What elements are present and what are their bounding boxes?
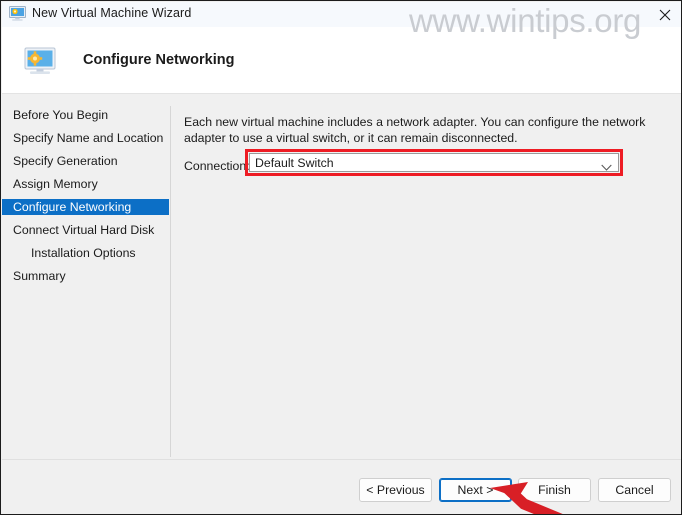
sidebar-item-assign-memory[interactable]: Assign Memory bbox=[2, 176, 169, 192]
title-bar: New Virtual Machine Wizard bbox=[2, 2, 681, 27]
description-text: Each new virtual machine includes a netw… bbox=[184, 115, 646, 145]
connection-dropdown[interactable]: Default Switch bbox=[249, 153, 619, 172]
wizard-body: Before You Begin Specify Name and Locati… bbox=[2, 93, 681, 459]
connection-selected-value: Default Switch bbox=[255, 156, 334, 170]
cancel-button[interactable]: Cancel bbox=[598, 478, 671, 502]
close-icon bbox=[659, 9, 671, 21]
sidebar-item-connect-virtual-hard-disk[interactable]: Connect Virtual Hard Disk bbox=[2, 222, 169, 238]
connection-label: Connection: bbox=[184, 159, 250, 173]
sidebar-item-summary[interactable]: Summary bbox=[2, 268, 169, 284]
sidebar-item-before-you-begin[interactable]: Before You Begin bbox=[2, 107, 169, 123]
next-button[interactable]: Next > bbox=[439, 478, 512, 502]
configure-networking-monitor-icon bbox=[24, 47, 56, 75]
finish-button[interactable]: Finish bbox=[518, 478, 591, 502]
sidebar-item-specify-name-location[interactable]: Specify Name and Location bbox=[2, 130, 169, 146]
footer-divider bbox=[2, 459, 681, 460]
page-header: Configure Networking bbox=[2, 27, 681, 93]
sidebar-item-configure-networking[interactable]: Configure Networking bbox=[2, 199, 169, 215]
new-virtual-machine-wizard-window: New Virtual Machine Wizard Configure Net… bbox=[0, 0, 682, 515]
page-title: Configure Networking bbox=[83, 52, 235, 68]
chevron-down-icon bbox=[601, 159, 612, 177]
window-title: New Virtual Machine Wizard bbox=[32, 6, 192, 20]
previous-button[interactable]: < Previous bbox=[359, 478, 432, 502]
virtual-machine-monitor-icon bbox=[9, 6, 26, 22]
close-button[interactable] bbox=[650, 2, 680, 27]
sidebar-item-specify-generation[interactable]: Specify Generation bbox=[2, 153, 169, 169]
wizard-step-sidebar: Before You Begin Specify Name and Locati… bbox=[2, 93, 170, 459]
wizard-footer: < Previous Next > Finish Cancel bbox=[2, 459, 681, 514]
sidebar-item-installation-options[interactable]: Installation Options bbox=[2, 245, 169, 261]
wizard-main-pane: Each new virtual machine includes a netw… bbox=[171, 93, 681, 459]
